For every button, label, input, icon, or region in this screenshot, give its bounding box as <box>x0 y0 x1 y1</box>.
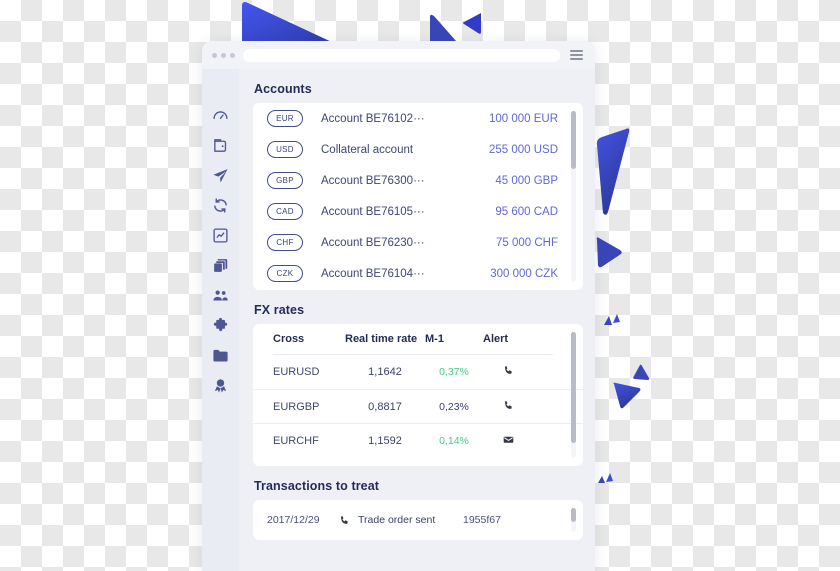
account-currency-badge: CAD <box>267 203 303 220</box>
fx-section-title: FX rates <box>254 303 305 317</box>
wallet-icon[interactable] <box>212 137 229 154</box>
account-currency-badge: USD <box>267 141 303 158</box>
users-group-icon[interactable] <box>212 287 229 304</box>
fx-m1-change: 0,23% <box>439 400 469 413</box>
fx-rate-row[interactable]: EURCHF 1,1592 0,14% <box>253 423 583 457</box>
decorative-triangle-large-top <box>242 2 337 46</box>
fx-real-time-rate: 1,1592 <box>368 434 402 447</box>
layers-copy-icon[interactable] <box>212 257 229 274</box>
transaction-row[interactable]: 2017/12/29 Trade order sent 1955f67 <box>253 500 583 540</box>
phone-icon[interactable] <box>503 400 514 411</box>
chart-analytics-icon[interactable] <box>212 227 229 244</box>
fx-m1-change: 0,14% <box>439 434 469 447</box>
award-badge-icon[interactable] <box>212 377 229 394</box>
fx-rate-row[interactable]: EURUSD 1,1642 0,37% <box>253 355 583 389</box>
decorative-triangle-right-mid <box>596 237 622 268</box>
app-window: Accounts EUR Account BE76102··· 100 000 EU… <box>202 41 595 571</box>
transaction-date: 2017/12/29 <box>267 514 320 526</box>
fx-alert-cell[interactable] <box>483 432 533 450</box>
sidebar-nav <box>202 69 239 571</box>
phone-icon <box>339 515 350 526</box>
account-balance: 75 000 CHF <box>495 236 558 249</box>
transaction-label: Trade order sent <box>358 514 436 526</box>
hamburger-menu-icon[interactable] <box>568 48 585 62</box>
accounts-section-title: Accounts <box>254 82 312 96</box>
url-input[interactable] <box>243 48 560 62</box>
account-row[interactable]: CAD Account BE76105··· 95 600 CAD <box>253 196 583 227</box>
decorative-triangle-upward <box>633 364 650 380</box>
send-paper-plane-icon[interactable] <box>212 167 229 184</box>
browser-chrome-bar <box>202 41 595 69</box>
accounts-panel: EUR Account BE76102··· 100 000 EUR USD Colla… <box>253 103 583 290</box>
fx-col-alert: Alert <box>483 333 509 345</box>
fx-cross: EURUSD <box>273 366 320 378</box>
account-name: Account BE76230··· <box>321 236 425 249</box>
window-controls <box>212 52 235 58</box>
decorative-triangle-small-top-left <box>430 14 457 43</box>
fx-alert-cell[interactable] <box>483 398 533 416</box>
fx-scrollbar[interactable] <box>571 332 576 458</box>
decorative-triangle-tiny-pair-lower <box>598 473 613 483</box>
window-dot-1[interactable] <box>212 52 217 58</box>
fx-rate-row[interactable]: EURGBP 0,8817 0,23% <box>253 389 583 423</box>
account-balance: 255 000 USD <box>488 143 558 156</box>
account-row[interactable]: CHF Account BE76230··· 75 000 CHF <box>253 227 583 258</box>
refresh-sync-icon[interactable] <box>212 197 229 214</box>
account-balance: 300 000 CZK <box>490 267 558 280</box>
account-name: Account BE76300··· <box>321 174 425 187</box>
transactions-list[interactable]: 2017/12/29 Trade order sent 1955f67 <box>253 500 583 540</box>
accounts-list[interactable]: EUR Account BE76102··· 100 000 EUR USD Colla… <box>253 103 583 289</box>
account-currency-badge: GBP <box>267 172 303 189</box>
dashboard-gauge-icon[interactable] <box>212 107 229 124</box>
puzzle-piece-icon[interactable] <box>212 317 229 334</box>
transactions-scrollbar[interactable] <box>571 508 576 532</box>
fx-m1-change: 0,37% <box>439 366 469 378</box>
decorative-triangle-right-tall <box>596 128 630 215</box>
window-dot-2[interactable] <box>221 52 226 58</box>
transactions-section-title: Transactions to treat <box>254 479 380 493</box>
phone-icon[interactable] <box>503 365 514 376</box>
account-name: Account BE76102··· <box>321 112 425 125</box>
account-currency-badge: CHF <box>267 234 303 251</box>
fx-table-header: Cross Real time rate M-1 Alert <box>253 324 583 354</box>
account-name: Account BE76105··· <box>321 205 425 218</box>
account-balance: 45 000 GBP <box>495 174 558 187</box>
email-icon[interactable] <box>503 434 514 445</box>
fx-cross: EURGBP <box>273 400 320 413</box>
window-body: Accounts EUR Account BE76102··· 100 000 EU… <box>202 69 595 571</box>
account-row[interactable]: USD Collateral account 255 000 USD <box>253 134 583 165</box>
accounts-scrollbar[interactable] <box>571 111 576 282</box>
account-row[interactable]: EUR Account BE76102··· 100 000 EUR <box>253 103 583 134</box>
account-row[interactable]: CZK Account BE76104··· 300 000 CZK <box>253 258 583 289</box>
account-row[interactable]: GBP Account BE76300··· 45 000 GBP <box>253 165 583 196</box>
account-balance: 100 000 EUR <box>488 112 558 125</box>
fx-col-m1: M-1 <box>425 333 444 345</box>
decorative-triangle-downward <box>613 382 641 409</box>
transaction-reference: 1955f67 <box>463 514 501 526</box>
main-content: Accounts EUR Account BE76102··· 100 000 EU… <box>239 69 595 571</box>
fx-rates-list[interactable]: EURUSD 1,1642 0,37% EURGBP 0,8817 0,23% EURCHF… <box>253 355 583 457</box>
fx-rates-panel: Cross Real time rate M-1 Alert EURUSD 1,1… <box>253 324 583 466</box>
window-dot-3[interactable] <box>230 52 235 58</box>
account-name: Collateral account <box>321 143 414 156</box>
fx-col-rate: Real time rate <box>345 333 418 345</box>
transactions-panel: 2017/12/29 Trade order sent 1955f67 <box>253 500 583 540</box>
decorative-triangle-tiny-pair-upper <box>604 314 620 325</box>
fx-real-time-rate: 1,1642 <box>368 366 402 378</box>
account-currency-badge: EUR <box>267 110 303 127</box>
account-balance: 95 600 CAD <box>495 205 558 218</box>
folder-icon[interactable] <box>212 347 229 364</box>
fx-col-cross: Cross <box>273 333 305 345</box>
decorative-triangle-small-top-right <box>463 13 481 34</box>
fx-real-time-rate: 0,8817 <box>368 400 402 413</box>
account-currency-badge: CZK <box>267 265 303 282</box>
fx-cross: EURCHF <box>273 434 319 447</box>
fx-alert-cell[interactable] <box>483 363 533 381</box>
account-name: Account BE76104··· <box>321 267 425 280</box>
